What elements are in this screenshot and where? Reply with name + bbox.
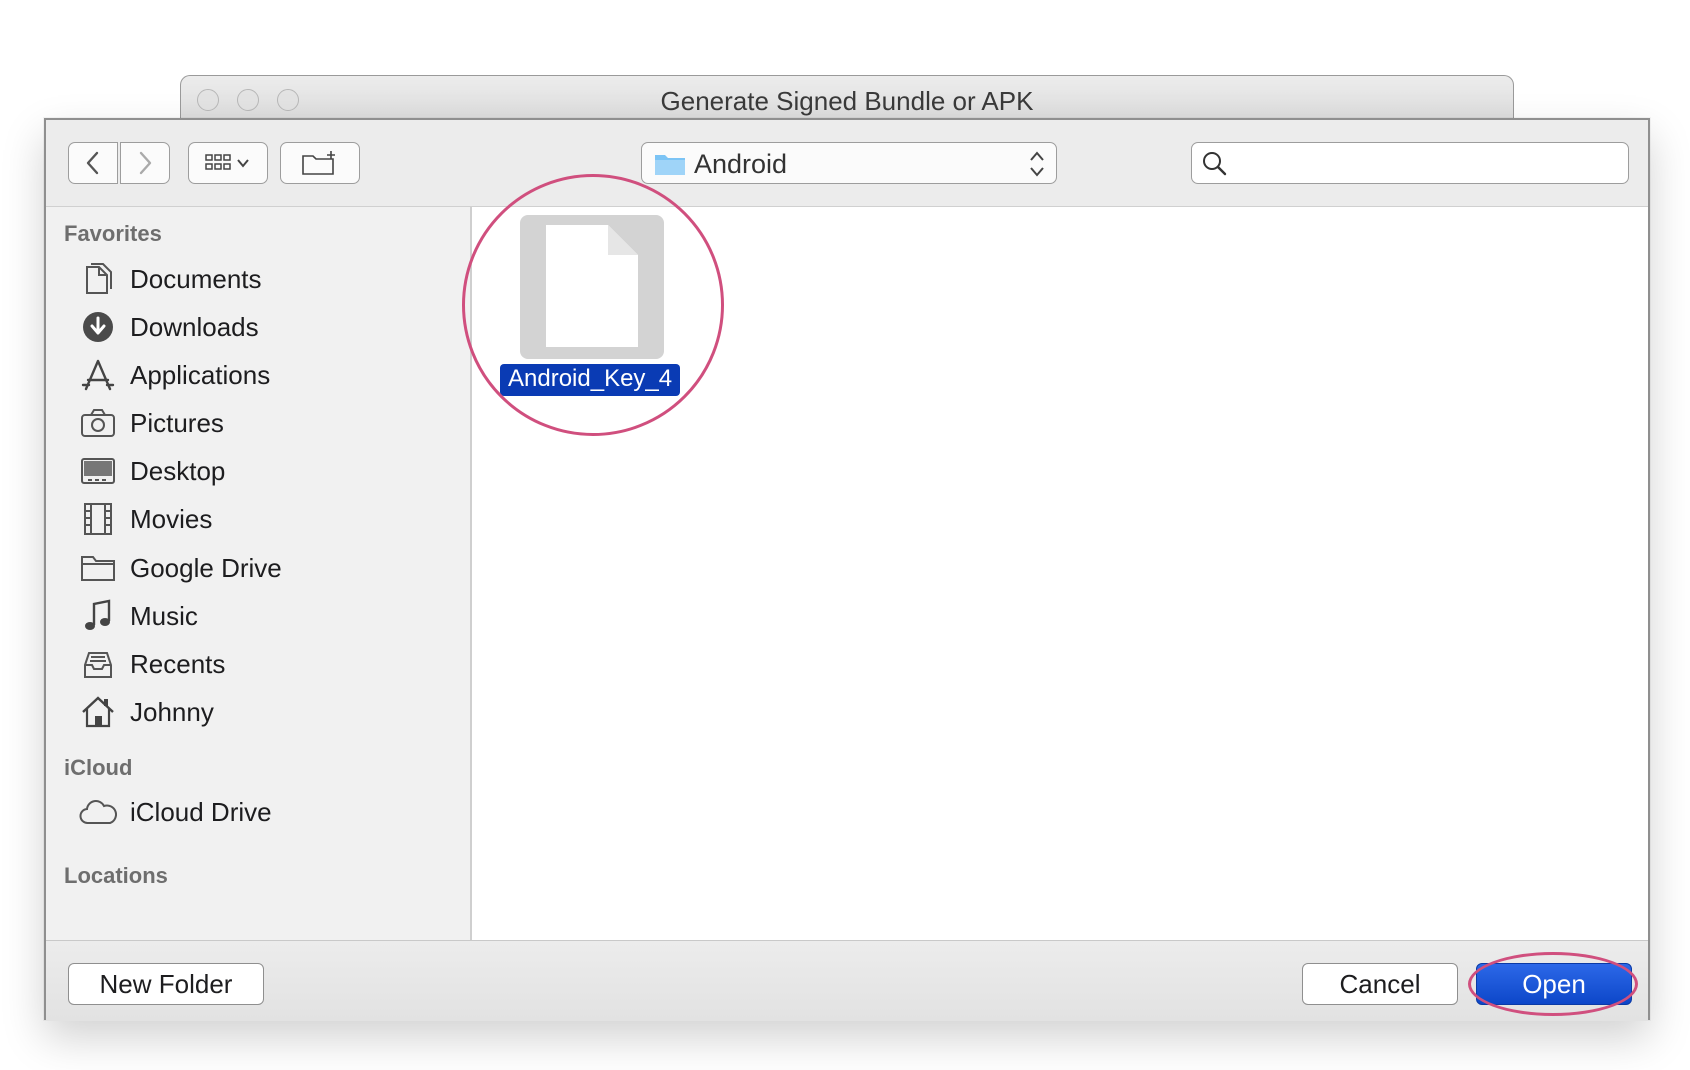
up-down-arrows-icon xyxy=(1030,151,1044,177)
favorites-header: Favorites xyxy=(64,221,162,246)
window-title: Generate Signed Bundle or APK xyxy=(660,86,1034,116)
sidebar-item-applications[interactable]: Applications xyxy=(78,353,270,397)
file-open-dialog: Android Favorites Documents Downloads Ap… xyxy=(44,118,1650,1021)
sidebar-item-pictures[interactable]: Pictures xyxy=(78,401,224,445)
chevron-right-icon xyxy=(139,151,152,175)
sidebar-item-label: Movies xyxy=(130,503,213,534)
camera-icon xyxy=(78,403,118,443)
new-folder-toolbar-button[interactable] xyxy=(280,142,360,184)
sidebar-item-label: Google Drive xyxy=(130,552,282,583)
sidebar-item-johnny[interactable]: Johnny xyxy=(78,690,214,734)
document-icon xyxy=(546,225,638,347)
applications-icon xyxy=(78,355,118,395)
new-folder-icon xyxy=(302,151,335,175)
search-field[interactable] xyxy=(1191,142,1629,184)
search-input[interactable] xyxy=(1236,147,1620,181)
recents-icon xyxy=(78,644,118,684)
sidebar-item-desktop[interactable]: Desktop xyxy=(78,449,225,493)
file-name-label[interactable]: Android_Key_4 xyxy=(500,364,681,396)
desktop-icon xyxy=(78,451,118,491)
sidebar-item-icloud-drive[interactable]: iCloud Drive xyxy=(78,790,272,834)
sidebar-item-label: Documents xyxy=(130,263,262,294)
bottom-bar: New Folder Cancel Open xyxy=(46,940,1648,1021)
folder-icon xyxy=(655,155,685,175)
new-folder-button[interactable]: New Folder xyxy=(68,963,264,1005)
sidebar-item-music[interactable]: Music xyxy=(78,594,198,638)
locations-header: Locations xyxy=(64,863,168,888)
sidebar-item-label: iCloud Drive xyxy=(130,796,272,827)
sidebar-item-movies[interactable]: Movies xyxy=(78,497,212,541)
current-folder-label: Android xyxy=(694,149,788,179)
cloud-icon xyxy=(78,792,118,832)
sidebar-item-label: Downloads xyxy=(130,311,259,342)
toolbar: Android xyxy=(46,120,1648,207)
sidebar-item-label: Johnny xyxy=(130,696,214,727)
sidebar-item-label: Music xyxy=(130,600,198,631)
cancel-button[interactable]: Cancel xyxy=(1302,963,1458,1005)
path-selector[interactable]: Android xyxy=(641,142,1057,184)
file-browser: Android_Key_4 xyxy=(462,174,1648,940)
file-item[interactable]: Android_Key_4 xyxy=(462,174,732,436)
file-thumbnail[interactable] xyxy=(520,215,664,359)
music-note-icon xyxy=(78,596,118,636)
documents-icon xyxy=(78,259,118,299)
view-options-button[interactable] xyxy=(188,142,268,184)
sidebar: Favorites Documents Downloads Applicatio… xyxy=(46,207,472,940)
sidebar-item-label: Pictures xyxy=(130,407,224,438)
sidebar-item-recents[interactable]: Recents xyxy=(78,642,225,686)
film-icon xyxy=(78,499,118,539)
grid-view-icon xyxy=(205,154,231,170)
icloud-header: iCloud xyxy=(64,755,133,780)
sidebar-item-google-drive[interactable]: Google Drive xyxy=(78,546,282,590)
folder-icon xyxy=(78,548,118,588)
sidebar-item-downloads[interactable]: Downloads xyxy=(78,305,259,349)
sidebar-item-label: Desktop xyxy=(130,455,226,486)
downloads-icon xyxy=(78,307,118,347)
sidebar-item-label: Applications xyxy=(130,359,271,390)
sidebar-item-label: Recents xyxy=(130,648,226,679)
sidebar-item-documents[interactable]: Documents xyxy=(78,257,262,301)
back-button[interactable] xyxy=(68,142,118,184)
chevron-left-icon xyxy=(86,151,99,175)
chevron-down-icon xyxy=(237,159,249,168)
home-icon xyxy=(78,692,118,732)
open-button[interactable]: Open xyxy=(1476,963,1632,1005)
search-icon xyxy=(1203,152,1227,176)
forward-button[interactable] xyxy=(120,142,170,184)
